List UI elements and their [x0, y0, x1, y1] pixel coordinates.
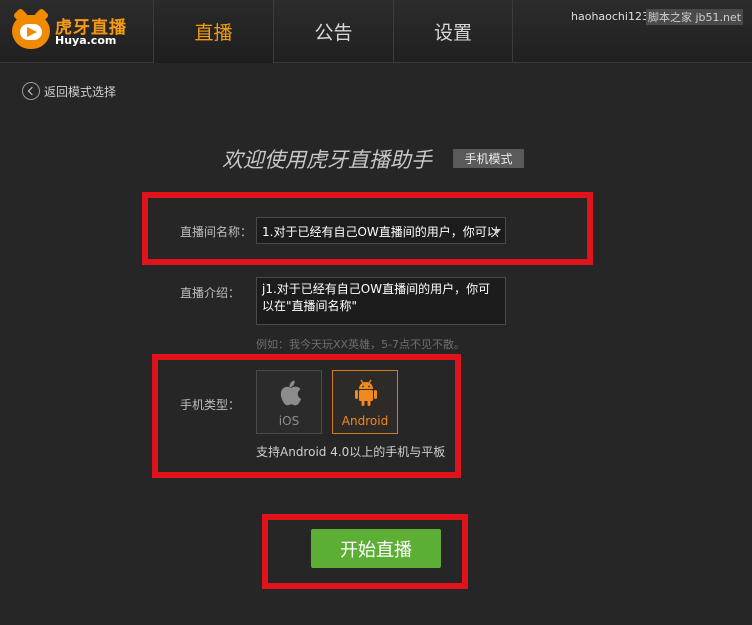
tab-settings[interactable]: 设置	[393, 0, 513, 63]
tab-announcement[interactable]: 公告	[273, 0, 393, 63]
annotation-frame-start-button	[262, 514, 468, 589]
logo-text-en: Huya.com	[55, 34, 117, 47]
intro-label: 直播介绍：	[180, 286, 241, 300]
username: haohaochi123	[571, 10, 649, 23]
tab-live[interactable]: 直播	[153, 0, 273, 63]
back-arrow-circle-icon	[22, 82, 40, 100]
intro-hint: 例如：我今天玩XX英雄，5-7点不见不散。	[256, 338, 466, 351]
huya-logo: 虎牙直播 Huya.com	[12, 12, 132, 50]
top-bar: 虎牙直播 Huya.com 直播 公告 设置 haohaochi123 脚本之家…	[0, 0, 752, 63]
intro-textarea[interactable]: j1.对于已经有自己OW直播间的用户，你可以在"直播间名称"	[256, 277, 506, 325]
tiger-logo-icon	[12, 15, 50, 49]
back-to-mode-select-link[interactable]: 返回模式选择	[22, 81, 116, 101]
watermark: 脚本之家 jb51.net	[646, 9, 744, 25]
welcome-title: 欢迎使用虎牙直播助手	[222, 148, 432, 172]
main-tabs: 直播 公告 设置	[153, 0, 513, 63]
annotation-frame-room-name	[142, 192, 593, 265]
back-label: 返回模式选择	[44, 84, 117, 99]
mode-badge: 手机模式	[453, 149, 524, 168]
annotation-frame-phone-type	[152, 354, 461, 478]
